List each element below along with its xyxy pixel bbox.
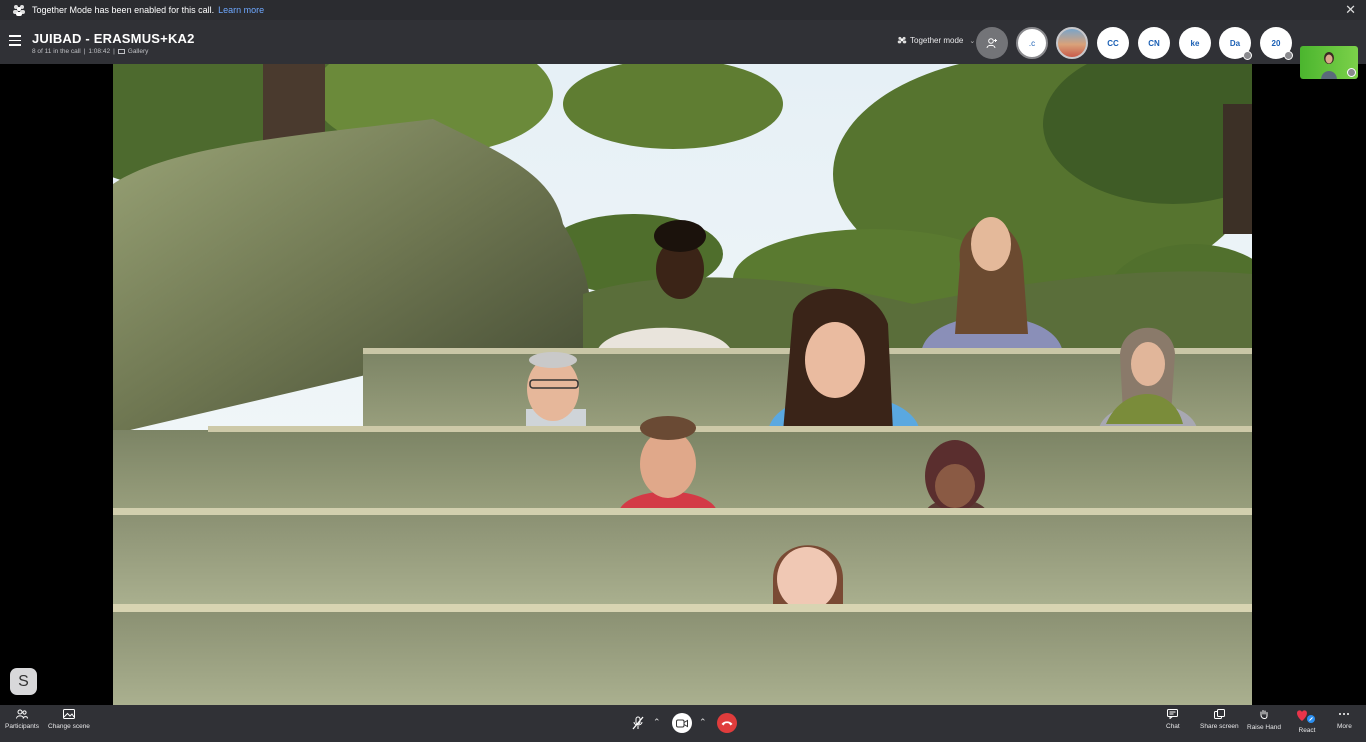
chat-icon <box>1167 709 1179 719</box>
hang-up-button[interactable] <box>717 713 737 733</box>
change-scene-label: Change scene <box>48 723 90 730</box>
participant-avatar[interactable]: CN <box>1138 27 1170 59</box>
participant-avatar[interactable]: 20 <box>1260 27 1293 60</box>
avatar-initials: .c <box>1028 38 1036 48</box>
notification-message: Together Mode has been enabled for this … <box>32 5 215 15</box>
share-screen-button[interactable]: Share screen <box>1200 709 1239 730</box>
avatar-initials: CN <box>1148 38 1160 48</box>
add-participant-button[interactable] <box>976 27 1008 59</box>
participants-icon <box>15 709 28 719</box>
chevron-down-icon: ⌄ <box>969 37 976 45</box>
person-silhouette-icon <box>1321 52 1337 79</box>
avatar-initials: CC <box>1107 38 1119 48</box>
call-toolbar: Participants Change scene ⌃ ⌃ Chat Share… <box>0 705 1366 742</box>
self-video-preview[interactable] <box>1300 46 1358 79</box>
meta-separator: | <box>113 48 115 55</box>
hang-up-icon <box>721 721 733 726</box>
raise-hand-icon <box>1260 710 1268 719</box>
together-mode-icon <box>12 4 26 16</box>
scene-canvas <box>113 64 1252 705</box>
more-options-icon <box>1339 713 1350 715</box>
call-title: JUIBAD - ERASMUS+KA2 <box>32 31 195 46</box>
muted-icon <box>1347 68 1356 77</box>
mute-button[interactable] <box>628 713 648 733</box>
call-controls: ⌃ ⌃ <box>624 710 742 736</box>
avatar-initials: Da <box>1229 38 1241 48</box>
participants-button[interactable]: Participants <box>5 709 39 730</box>
call-duration: 1:08:42 <box>88 48 111 55</box>
share-screen-label: Share screen <box>1200 723 1239 730</box>
share-screen-icon <box>1213 709 1225 719</box>
s-badge[interactable]: S <box>10 668 37 695</box>
change-scene-button[interactable]: Change scene <box>48 709 90 730</box>
together-mode-button[interactable]: Together mode ⌄ <box>897 36 975 45</box>
chat-button[interactable]: Chat <box>1166 709 1180 730</box>
learn-more-link[interactable]: Learn more <box>218 5 264 15</box>
react-button[interactable]: React <box>1295 709 1319 734</box>
microphone-muted-icon <box>632 716 644 730</box>
mic-options-chevron-icon[interactable]: ⌃ <box>653 717 661 728</box>
chat-label: Chat <box>1166 723 1180 730</box>
hamburger-menu-icon[interactable] <box>9 35 21 47</box>
raise-hand-button[interactable]: Raise Hand <box>1247 709 1281 731</box>
bench-wall <box>113 609 1252 705</box>
camera-options-chevron-icon[interactable]: ⌃ <box>699 717 707 728</box>
call-header: JUIBAD - ERASMUS+KA2 8 of 11 in the call… <box>0 20 1366 79</box>
muted-icon <box>1243 51 1252 60</box>
participants-label: Participants <box>5 723 39 730</box>
camera-button[interactable] <box>672 713 692 733</box>
bench-wall <box>113 512 1252 607</box>
meta-separator: | <box>83 48 86 55</box>
muted-icon <box>1284 51 1293 60</box>
tree-trunk <box>1223 104 1252 234</box>
close-icon[interactable]: ✕ <box>1345 2 1356 18</box>
more-label: More <box>1337 723 1352 730</box>
participant-avatar[interactable]: ke <box>1179 27 1211 59</box>
add-person-icon <box>986 38 997 49</box>
participant-avatar[interactable]: Da <box>1219 27 1252 60</box>
participant-video <box>773 545 843 611</box>
avatar-initials: ke <box>1190 38 1200 48</box>
heart-reaction-icon <box>1297 710 1315 723</box>
raise-hand-label: Raise Hand <box>1247 724 1281 731</box>
view-label: Gallery <box>127 48 149 55</box>
notification-bar: Together Mode has been enabled for this … <box>0 0 1366 20</box>
scene-icon <box>62 709 75 719</box>
react-label: React <box>1298 727 1316 734</box>
together-mode-scene <box>113 64 1252 705</box>
participant-avatar[interactable]: CC <box>1097 27 1129 59</box>
avatar-initials: 20 <box>1271 38 1281 48</box>
participants-count: 8 of 11 in the call <box>32 48 81 55</box>
call-meta: 8 of 11 in the call | 1:08:42 | Gallery <box>32 48 148 55</box>
gallery-icon <box>117 49 125 54</box>
participant-avatar-photo[interactable] <box>1056 27 1088 59</box>
video-camera-icon <box>676 719 688 727</box>
together-mode-label: Together mode <box>910 36 964 45</box>
more-button[interactable]: More <box>1337 709 1352 730</box>
together-mode-icon <box>897 36 907 44</box>
participant-avatar[interactable]: .c <box>1016 27 1048 59</box>
